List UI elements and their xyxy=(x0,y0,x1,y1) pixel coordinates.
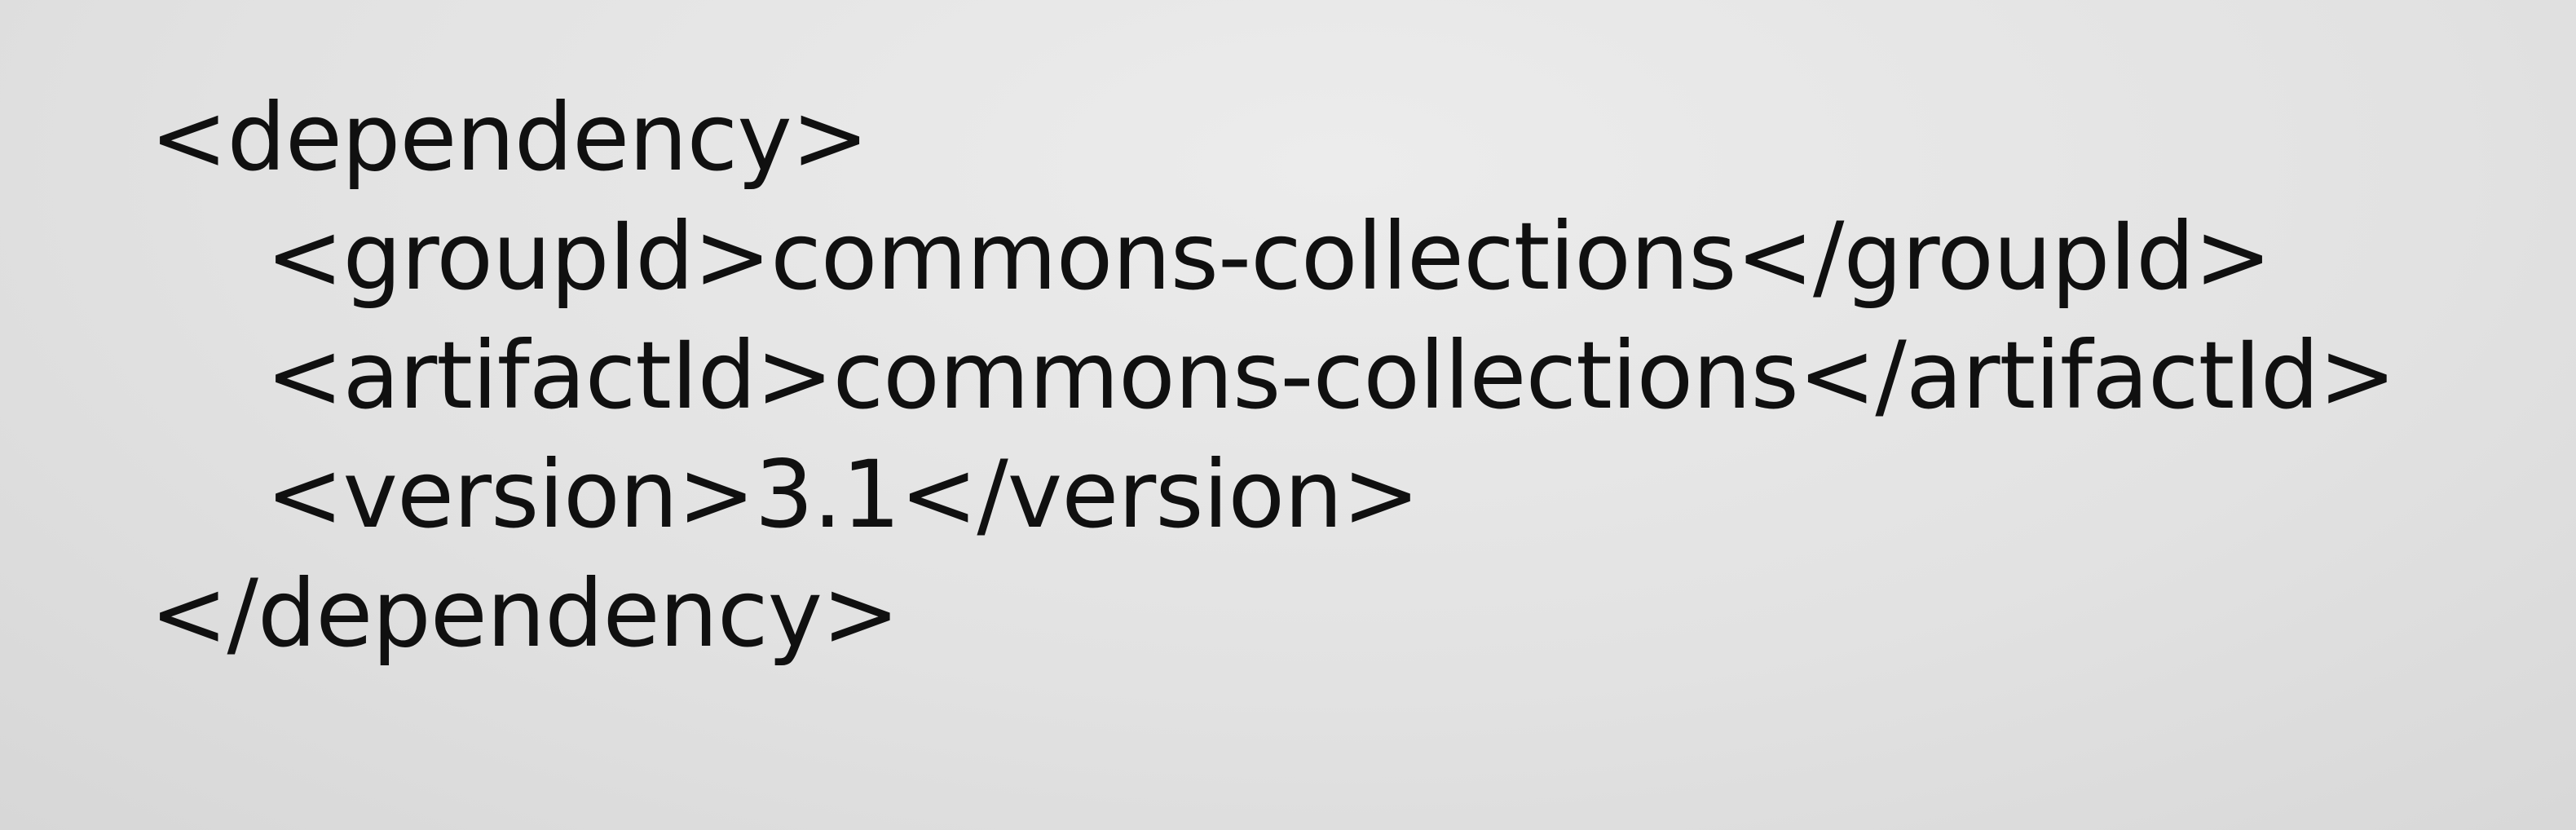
code-line-dependency-open: <dependency> xyxy=(150,83,869,192)
code-line-dependency-close: </dependency> xyxy=(150,559,900,668)
code-snippet: <dependency> <groupId>commons-collection… xyxy=(150,78,2397,673)
code-line-version: <version>3.1</version> xyxy=(266,440,1420,549)
code-line-group-id: <groupId>commons-collections</groupId> xyxy=(266,202,2272,311)
code-line-artifact-id: <artifactId>commons-collections</artifac… xyxy=(266,321,2397,430)
